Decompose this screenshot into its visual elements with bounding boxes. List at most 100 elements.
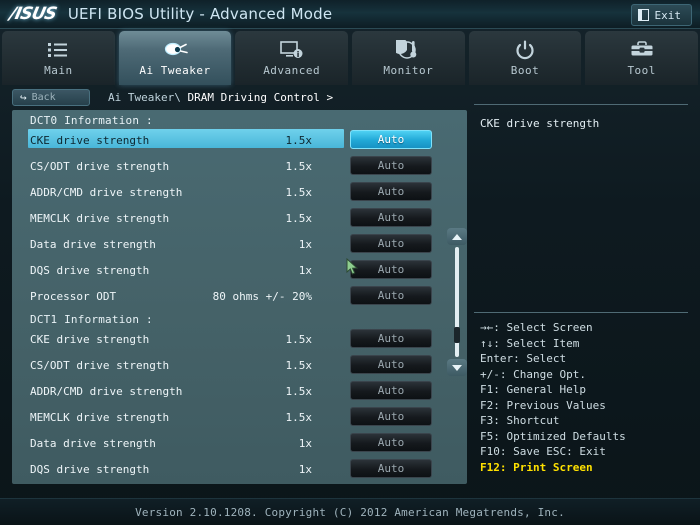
help-panel: CKE drive strength (474, 104, 688, 130)
setting-row[interactable]: DQS drive strength 1x Auto (12, 456, 443, 482)
setting-row[interactable]: CS/ODT drive strength 1.5x Auto (12, 153, 443, 179)
setting-row[interactable]: Processor ODT 80 ohms +/- 20% Auto (12, 283, 443, 309)
setting-option-dropdown[interactable]: Auto (350, 208, 432, 227)
footer-bar: Version 2.10.1208. Copyright (C) 2012 Am… (0, 498, 700, 525)
hotkey-item: F10: Save ESC: Exit (480, 445, 606, 458)
settings-group-header: DCT1 Information : (30, 313, 153, 326)
back-button[interactable]: ↪ Back (12, 88, 90, 106)
exit-button-label: Exit (654, 8, 682, 22)
setting-value: 1x (298, 436, 312, 450)
hotkey-item: Enter: Select (480, 352, 567, 365)
setting-option-dropdown[interactable]: Auto (350, 329, 432, 348)
setting-label: Data drive strength (30, 436, 156, 450)
tab-advanced-label: Advanced (263, 64, 321, 77)
setting-row[interactable]: MEMCLK drive strength 1.5x Auto (12, 404, 443, 430)
setting-option-dropdown[interactable]: Auto (350, 459, 432, 478)
setting-value: 80 ohms +/- 20% (212, 289, 312, 303)
title-bar: /ISUS UEFI BIOS Utility - Advanced Mode … (0, 0, 700, 29)
hotkey-item: ↑↓: Select Item (480, 336, 580, 350)
tab-advanced[interactable]: Advanced (235, 31, 349, 85)
tab-main[interactable]: Main (2, 31, 115, 85)
tab-ai-tweaker-label: Ai Tweaker (139, 64, 211, 77)
hotkey-item: F1: General Help (480, 383, 586, 396)
setting-row[interactable]: CKE drive strength 1.5x Auto (12, 326, 443, 352)
setting-label: DQS drive strength (30, 462, 150, 476)
setting-value: 1.5x (285, 332, 313, 346)
setting-label: MEMCLK drive strength (30, 211, 170, 225)
toolbox-icon (630, 39, 654, 61)
setting-option-dropdown[interactable]: Auto (350, 407, 432, 426)
gauge-thermometer-icon (396, 39, 420, 61)
power-icon (515, 39, 535, 61)
setting-option-dropdown[interactable]: Auto (350, 130, 432, 149)
hotkey-item: F3: Shortcut (480, 414, 560, 427)
setting-value: 1.5x (285, 159, 313, 173)
bios-screen: /ISUS UEFI BIOS Utility - Advanced Mode … (0, 0, 700, 525)
hotkey-item: +/-: Change Opt. (480, 367, 586, 381)
exit-door-icon (637, 9, 649, 21)
monitor-info-icon (279, 39, 304, 61)
breadcrumb-parent[interactable]: Ai Tweaker\ (108, 91, 181, 104)
tab-tool-label: Tool (627, 64, 656, 77)
tab-boot[interactable]: Boot (468, 31, 582, 85)
setting-label: Processor ODT (30, 289, 117, 303)
setting-row[interactable]: Data drive strength 1x Auto (12, 231, 443, 257)
setting-label: ADDR/CMD drive strength (30, 185, 183, 199)
setting-label: CKE drive strength (30, 332, 150, 346)
setting-row[interactable]: Data drive strength 1x Auto (12, 430, 443, 456)
setting-option-dropdown[interactable]: Auto (350, 286, 432, 305)
scroll-up-arrow-icon[interactable] (447, 228, 467, 245)
breadcrumb-current: DRAM Driving Control > (180, 90, 334, 104)
settings-scrollbar[interactable] (447, 228, 467, 376)
setting-label: DQS drive strength (30, 263, 150, 277)
setting-row[interactable]: MEMCLK drive strength 1.5x Auto (12, 205, 443, 231)
page-title: UEFI BIOS Utility - Advanced Mode (67, 5, 333, 23)
setting-option-dropdown[interactable]: Auto (350, 156, 432, 175)
tab-monitor-label: Monitor (383, 64, 434, 77)
setting-value: 1.5x (285, 358, 313, 372)
breadcrumb: Ai Tweaker\ DRAM Driving Control > (108, 91, 333, 104)
setting-value: 1x (298, 263, 312, 277)
setting-value: 1x (298, 237, 312, 251)
help-text: CKE drive strength (480, 117, 600, 130)
setting-value: 1.5x (285, 133, 313, 147)
setting-row[interactable]: ADDR/CMD drive strength 1.5x Auto (12, 179, 443, 205)
setting-row[interactable]: ADDR/CMD drive strength 1.5x Auto (12, 378, 443, 404)
setting-row[interactable]: DQS drive strength 1x Auto (12, 257, 443, 283)
setting-value: 1.5x (285, 410, 313, 424)
settings-list: DCT0 Information : CKE drive strength 1.5x… (12, 110, 443, 482)
setting-option-dropdown[interactable]: Auto (350, 260, 432, 279)
side-panel: CKE drive strength →←: Select Screen ↑↓: … (474, 86, 688, 484)
setting-row[interactable]: CS/ODT drive strength 1.5x Auto (12, 352, 443, 378)
tab-monitor[interactable]: Monitor (352, 31, 465, 85)
list-icon (47, 39, 69, 61)
setting-value: 1.5x (285, 185, 313, 199)
setting-option-dropdown[interactable]: Auto (350, 381, 432, 400)
hotkey-item: F12: Print Screen (480, 460, 593, 474)
hotkey-legend: →←: Select Screen ↑↓: Select Item Enter: S… (474, 312, 688, 476)
scrollbar-thumb[interactable] (454, 326, 460, 343)
scroll-down-arrow-icon[interactable] (447, 359, 467, 376)
settings-panel: DCT0 Information : CKE drive strength 1.5x… (12, 110, 467, 484)
version-text: Version 2.10.1208. Copyright (C) 2012 Am… (135, 505, 565, 519)
setting-label: CS/ODT drive strength (30, 358, 170, 372)
jet-nozzle-icon (162, 39, 188, 61)
asus-logo: /ISUS (7, 4, 58, 24)
setting-label: CS/ODT drive strength (30, 159, 170, 173)
setting-option-dropdown[interactable]: Auto (350, 433, 432, 452)
setting-option-dropdown[interactable]: Auto (350, 355, 432, 374)
back-arrow-icon: ↪ (20, 90, 27, 104)
setting-label: Data drive strength (30, 237, 156, 251)
setting-value: 1x (298, 462, 312, 476)
setting-option-dropdown[interactable]: Auto (350, 182, 432, 201)
setting-row[interactable]: CKE drive strength 1.5x Auto (12, 127, 443, 153)
hotkey-item: →←: Select Screen (480, 321, 593, 334)
tab-main-label: Main (44, 64, 73, 77)
settings-group-header: DCT0 Information : (30, 114, 153, 127)
exit-button[interactable]: Exit (630, 4, 692, 26)
tab-ai-tweaker[interactable]: Ai Tweaker (118, 31, 232, 85)
tab-tool[interactable]: Tool (585, 31, 699, 85)
hotkey-item: F2: Previous Values (480, 398, 606, 412)
main-tab-bar: Main Ai Tweaker Advanced Monitor Boot To… (0, 29, 700, 85)
setting-option-dropdown[interactable]: Auto (350, 234, 432, 253)
